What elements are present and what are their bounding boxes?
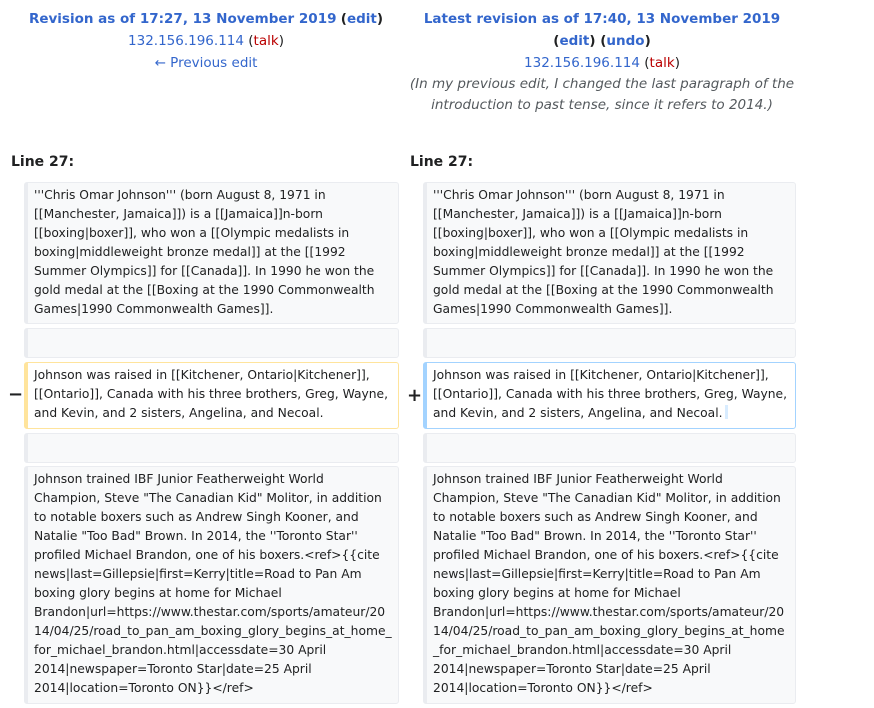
new-revision-user-link[interactable]: 132.156.196.114	[524, 55, 640, 71]
right-line-number: Line 27:	[410, 154, 474, 170]
previous-edit-link[interactable]: ← Previous edit	[155, 55, 258, 71]
left-empty-line	[24, 328, 399, 358]
edit-summary-comment: (In my previous edit, I changed the last…	[409, 76, 795, 113]
inserted-char-highlight	[724, 405, 728, 419]
left-context-paragraph-1: '''Chris Omar Johnson''' (born August 8,…	[24, 182, 399, 324]
new-revision-talk-link[interactable]: talk	[650, 55, 675, 71]
new-revision-talk-paren: (talk)	[644, 55, 680, 71]
left-empty-line-2	[24, 433, 399, 463]
left-line-number: Line 27:	[11, 154, 75, 170]
new-revision-edit-link[interactable]: edit	[559, 33, 589, 49]
new-revision-actions: (edit) (undo)	[553, 33, 651, 49]
deleted-line-marker: −	[8, 384, 24, 405]
old-revision-talk-paren: (talk)	[248, 33, 284, 49]
added-line-marker: +	[407, 385, 423, 406]
old-revision-edit-paren: (edit)	[340, 11, 384, 27]
new-revision-header: Latest revision as of 17:40, 13 November…	[402, 8, 802, 116]
deleted-line-text: Johnson was raised in [[Kitchener, Ontar…	[34, 368, 389, 420]
old-revision-title-link[interactable]: Revision as of 17:27, 13 November 2019	[29, 11, 337, 27]
undo-link[interactable]: undo	[606, 33, 644, 49]
right-context-paragraph-3: Johnson trained IBF Junior Featherweight…	[423, 466, 796, 704]
left-context-paragraph-3: Johnson trained IBF Junior Featherweight…	[24, 466, 399, 704]
old-revision-talk-link[interactable]: talk	[254, 33, 279, 49]
old-revision-header: Revision as of 17:27, 13 November 2019 (…	[0, 8, 412, 74]
added-line: Johnson was raised in [[Kitchener, Ontar…	[423, 362, 796, 429]
right-context-paragraph-1: '''Chris Omar Johnson''' (born August 8,…	[423, 182, 796, 324]
new-revision-title-link[interactable]: Latest revision as of 17:40, 13 November…	[424, 11, 780, 27]
right-empty-line-2	[423, 433, 796, 463]
deleted-line: Johnson was raised in [[Kitchener, Ontar…	[24, 362, 399, 429]
added-line-text: Johnson was raised in [[Kitchener, Ontar…	[433, 368, 788, 420]
old-revision-edit-link[interactable]: edit	[347, 11, 377, 27]
old-revision-user-link[interactable]: 132.156.196.114	[128, 33, 244, 49]
right-empty-line	[423, 328, 796, 358]
